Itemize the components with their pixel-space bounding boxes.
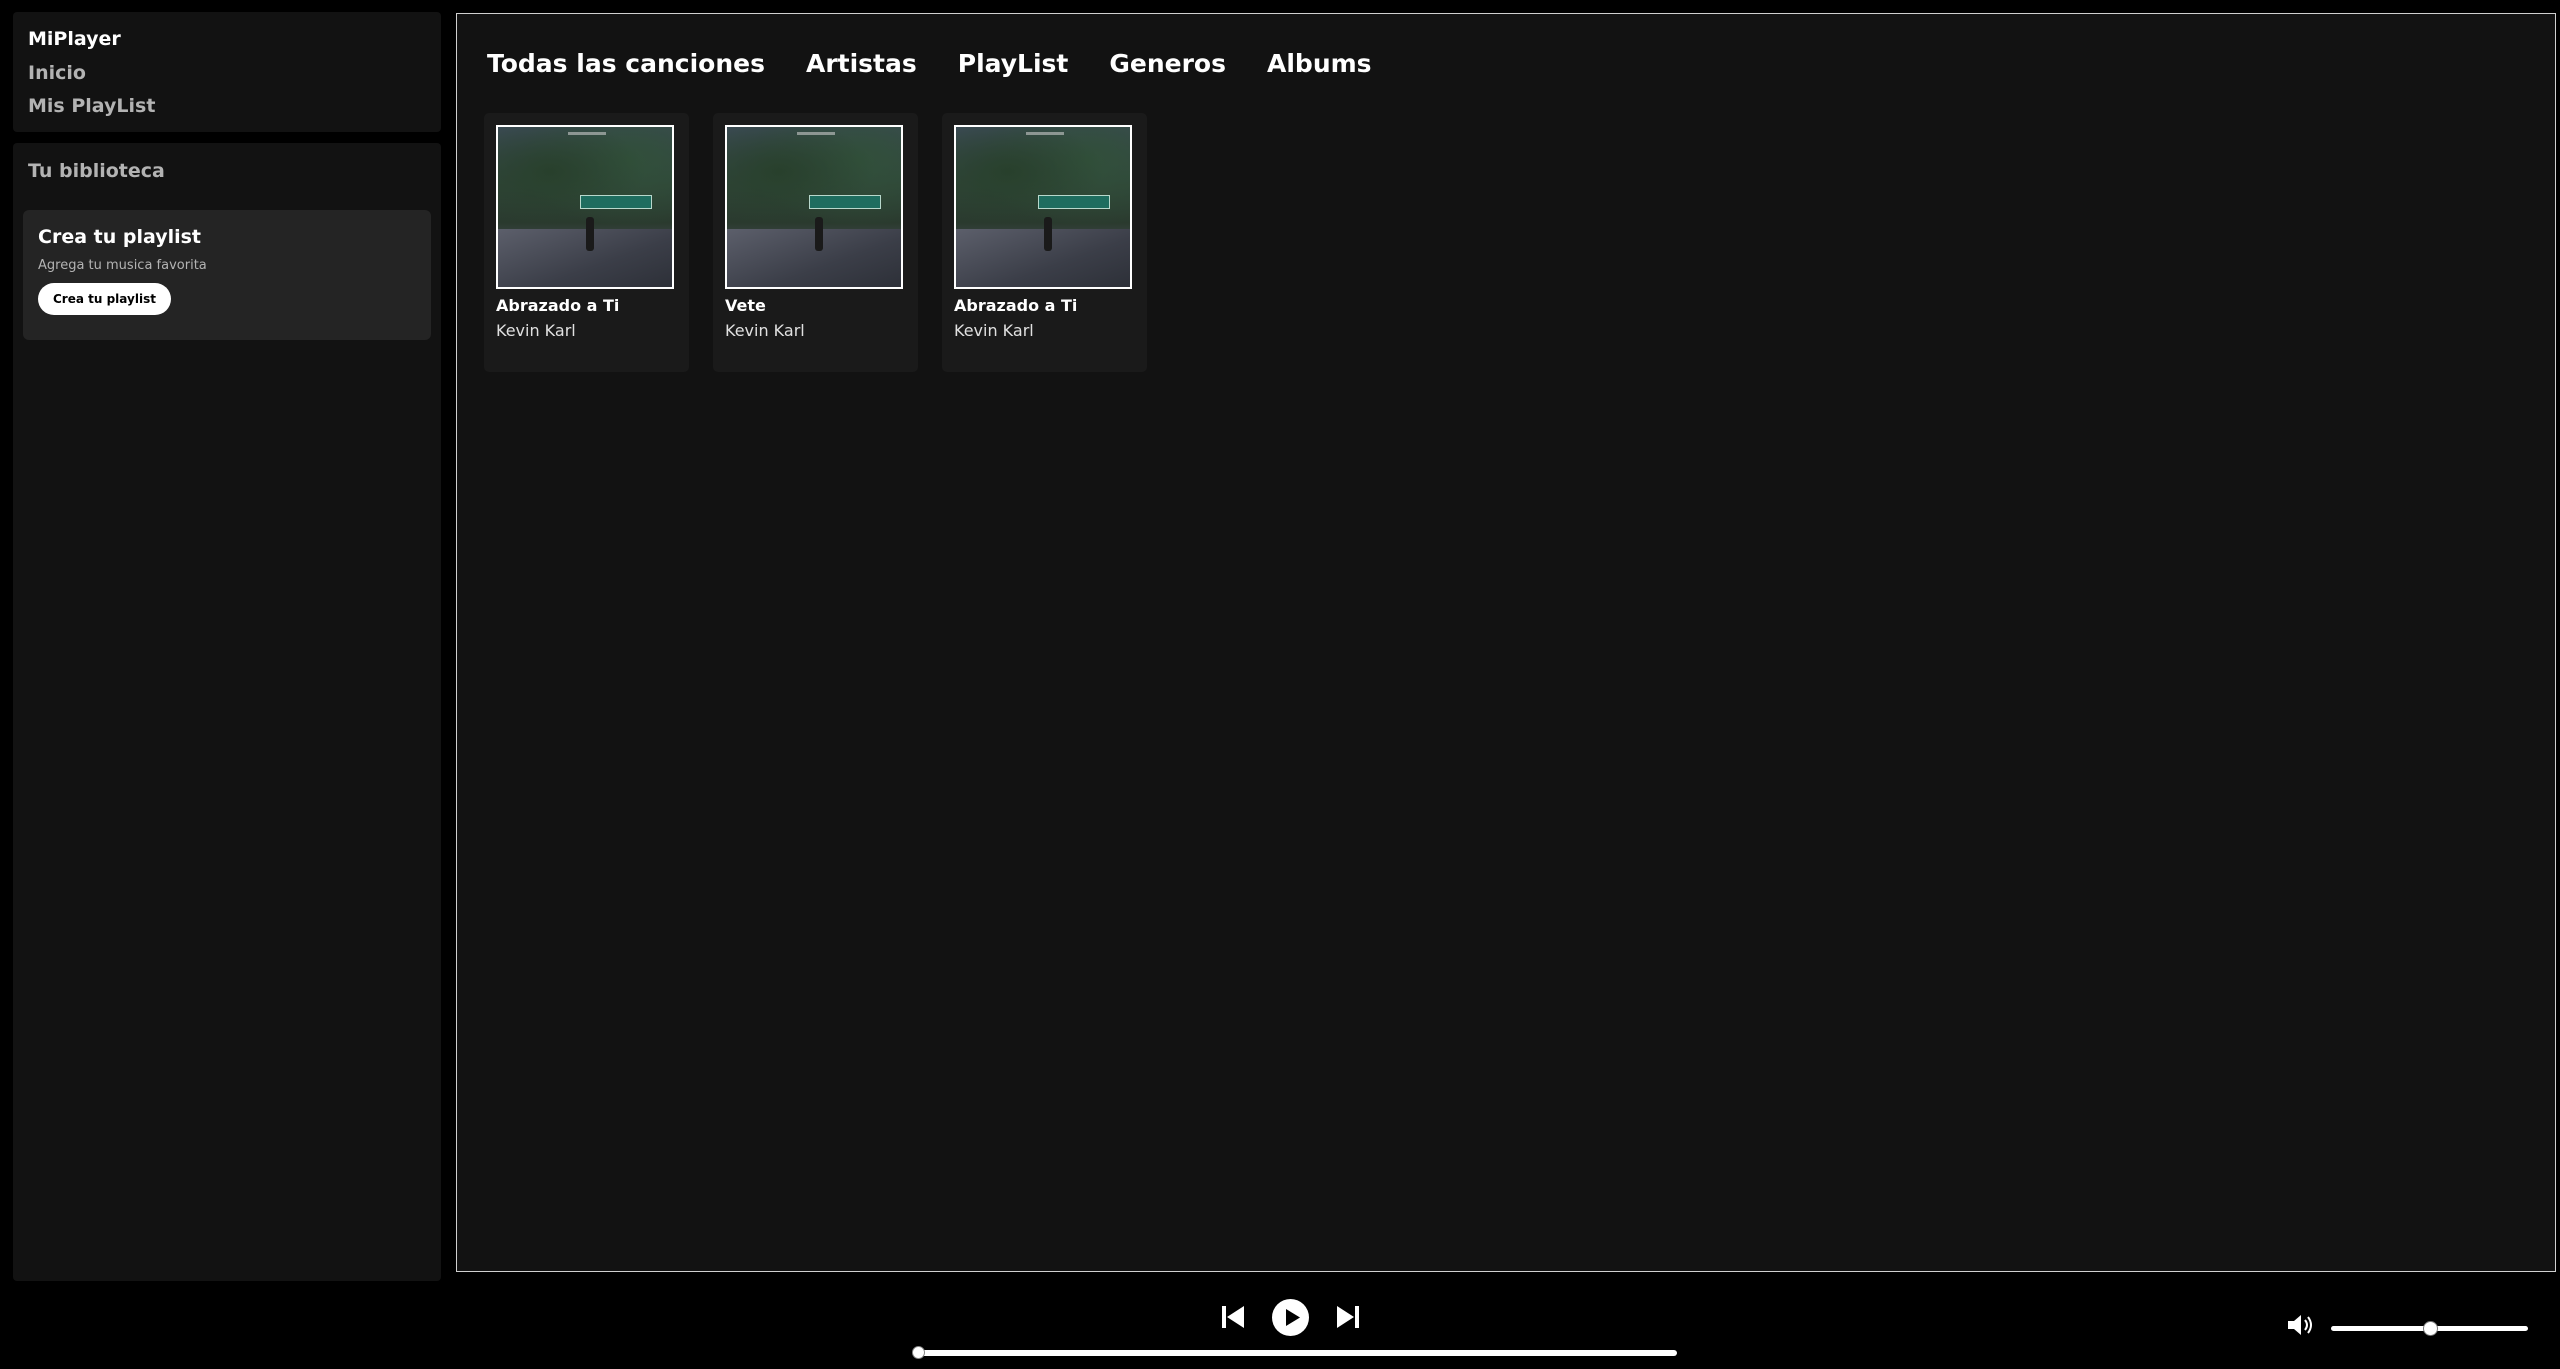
tab-playlist[interactable]: PlayList bbox=[958, 47, 1069, 81]
tab-artistas[interactable]: Artistas bbox=[806, 47, 917, 81]
library-title: Tu biblioteca bbox=[28, 160, 165, 182]
create-playlist-subtitle: Agrega tu musica favorita bbox=[38, 258, 207, 273]
previous-icon[interactable] bbox=[1220, 1304, 1246, 1330]
volume-slider[interactable] bbox=[2331, 1321, 2528, 1336]
album-cover bbox=[725, 125, 903, 289]
sidebar-nav: MiPlayer Inicio Mis PlayList bbox=[13, 12, 441, 132]
next-icon[interactable] bbox=[1335, 1304, 1361, 1330]
progress-bar[interactable] bbox=[912, 1346, 1677, 1359]
volume-icon[interactable] bbox=[2286, 1312, 2316, 1338]
play-icon bbox=[1286, 1309, 1300, 1326]
song-grid: Abrazado a Ti Kevin Karl Vete Kevin Karl… bbox=[484, 113, 1171, 372]
song-artist: Kevin Karl bbox=[496, 321, 576, 340]
tab-generos[interactable]: Generos bbox=[1109, 47, 1226, 81]
create-playlist-button[interactable]: Crea tu playlist bbox=[38, 283, 171, 315]
song-card[interactable]: Abrazado a Ti Kevin Karl bbox=[484, 113, 689, 372]
create-playlist-card: Crea tu playlist Agrega tu musica favori… bbox=[23, 210, 431, 340]
song-artist: Kevin Karl bbox=[725, 321, 805, 340]
album-cover bbox=[496, 125, 674, 289]
tab-albums[interactable]: Albums bbox=[1267, 47, 1372, 81]
category-tabs: Todas las canciones Artistas PlayList Ge… bbox=[487, 47, 1413, 81]
album-cover bbox=[954, 125, 1132, 289]
tab-todas-las-canciones[interactable]: Todas las canciones bbox=[487, 47, 765, 81]
app-brand[interactable]: MiPlayer bbox=[28, 25, 426, 58]
play-button[interactable] bbox=[1272, 1299, 1309, 1336]
library-panel: Tu biblioteca Crea tu playlist Agrega tu… bbox=[13, 143, 441, 1281]
song-title: Abrazado a Ti bbox=[496, 296, 620, 315]
nav-link-mis-playlist[interactable]: Mis PlayList bbox=[28, 91, 426, 124]
song-title: Vete bbox=[725, 296, 766, 315]
song-artist: Kevin Karl bbox=[954, 321, 1034, 340]
song-title: Abrazado a Ti bbox=[954, 296, 1078, 315]
song-card[interactable]: Abrazado a Ti Kevin Karl bbox=[942, 113, 1147, 372]
create-playlist-title: Crea tu playlist bbox=[38, 226, 202, 248]
player-bar bbox=[0, 1282, 2560, 1369]
progress-handle[interactable] bbox=[912, 1346, 925, 1359]
volume-handle[interactable] bbox=[2422, 1321, 2438, 1336]
song-card[interactable]: Vete Kevin Karl bbox=[713, 113, 918, 372]
nav-link-inicio[interactable]: Inicio bbox=[28, 58, 426, 91]
main-content: Todas las canciones Artistas PlayList Ge… bbox=[456, 13, 2556, 1272]
